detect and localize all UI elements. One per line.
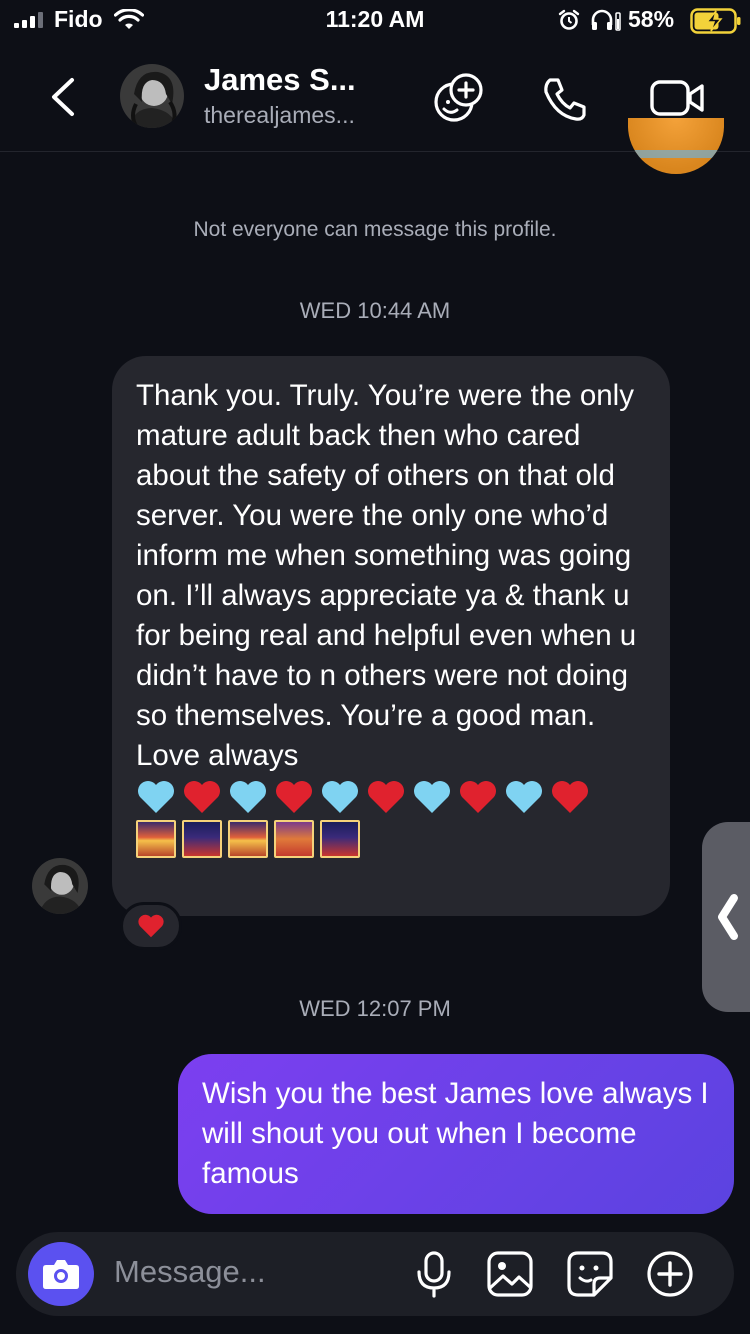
gallery-icon[interactable] [486, 1250, 534, 1298]
sunset-icon [228, 820, 268, 858]
heart-reaction[interactable] [120, 902, 182, 950]
sender-avatar[interactable] [32, 858, 88, 914]
light-blue-heart-icon [230, 781, 266, 813]
emoji-sticker-partial [628, 118, 724, 174]
heart-emoji-row [136, 778, 646, 816]
tile-emoji-row [136, 820, 646, 858]
microphone-icon[interactable] [414, 1250, 454, 1298]
light-blue-heart-icon [322, 781, 358, 813]
city-night-icon [320, 820, 360, 858]
profile-photo [120, 64, 184, 128]
contact-handle[interactable]: therealjames... [204, 102, 355, 129]
messaging-restriction-notice: Not everyone can message this profile. [193, 218, 557, 241]
red-heart-icon [460, 781, 496, 813]
effects-icon[interactable] [432, 72, 486, 124]
status-bar: Fido 11:20 AM 58% [0, 0, 750, 44]
timestamp: WED 10:44 AM [299, 298, 451, 323]
incoming-message-bubble[interactable]: Thank you. Truly. You’re were the only m… [112, 356, 670, 916]
red-heart-icon [184, 781, 220, 813]
alarm-icon [558, 9, 580, 30]
outgoing-message-text: Wish you the best James love always I wi… [202, 1077, 709, 1190]
phone-icon[interactable] [540, 74, 590, 124]
camera-button[interactable] [28, 1242, 94, 1306]
camera-icon [43, 1260, 79, 1289]
light-blue-heart-icon [414, 781, 450, 813]
light-blue-heart-icon [506, 781, 542, 813]
add-icon[interactable] [646, 1250, 694, 1298]
profile-photo [32, 858, 88, 914]
side-panel-handle[interactable] [702, 822, 750, 1012]
city-night-icon [182, 820, 222, 858]
light-blue-heart-icon [138, 781, 174, 813]
outgoing-message-bubble[interactable]: Wish you the best James love always I wi… [178, 1054, 734, 1214]
incoming-message-text: Thank you. Truly. You’re were the only m… [136, 379, 637, 772]
headphones-icon [591, 9, 621, 31]
sunset-icon [136, 820, 176, 858]
sticker-icon[interactable] [566, 1250, 614, 1298]
city-dusk-icon [274, 820, 314, 858]
back-chevron-icon[interactable] [44, 74, 84, 120]
video-call-icon[interactable] [648, 74, 706, 122]
battery-charging-icon [690, 8, 741, 34]
timestamp: WED 12:07 PM [299, 996, 451, 1021]
battery-percent: 58% [628, 6, 675, 32]
red-heart-icon [138, 914, 164, 938]
contact-name[interactable]: James S... [204, 62, 356, 98]
red-heart-icon [276, 781, 312, 813]
avatar[interactable] [120, 64, 184, 128]
message-composer: Message... [16, 1232, 734, 1316]
red-heart-icon [552, 781, 588, 813]
red-heart-icon [368, 781, 404, 813]
message-input[interactable]: Message... [114, 1254, 266, 1290]
